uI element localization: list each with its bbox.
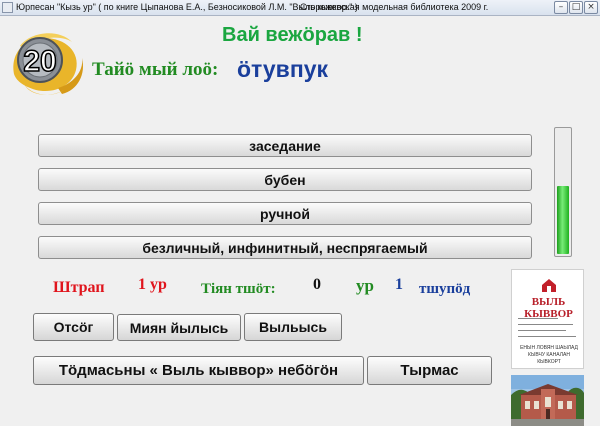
question-label: Тайӧ мый лоӧ: bbox=[92, 59, 219, 80]
penalty-label: Штрап bbox=[53, 279, 105, 296]
about-us-button[interactable]: Миян йылысь bbox=[117, 314, 241, 341]
restart-button[interactable]: Выльысь bbox=[244, 313, 342, 341]
answer-option-3[interactable]: ручной bbox=[38, 202, 532, 225]
score-value: 0 bbox=[313, 276, 321, 293]
progress-bar bbox=[554, 127, 572, 257]
penalty-value: 1 ур bbox=[138, 276, 167, 293]
maximize-button[interactable]: □ bbox=[569, 1, 583, 14]
score-label: Тіян тшӧт: bbox=[201, 281, 276, 297]
minimize-button[interactable]: – bbox=[554, 1, 568, 14]
progress-fill bbox=[557, 186, 569, 254]
level-unit: тшупӧд bbox=[419, 281, 471, 297]
cancel-button[interactable]: Отсӧг bbox=[33, 313, 114, 341]
book-divider bbox=[518, 324, 573, 325]
library-photo bbox=[511, 375, 584, 426]
level-badge: 20 bbox=[6, 24, 92, 100]
greeting-text: Вай вежӧрав ! bbox=[222, 24, 363, 46]
app-icon bbox=[2, 2, 13, 13]
answer-option-4[interactable]: безличный, инфинитный, неспрягаемый bbox=[38, 236, 532, 259]
dictionary-button[interactable]: Тӧдмасьны « Выль кыввор» небӧгӧн bbox=[33, 356, 364, 385]
badge-number: 20 bbox=[23, 45, 56, 78]
level-value: 1 bbox=[395, 276, 403, 293]
book-emblem-icon bbox=[542, 279, 556, 292]
book-title: ВЫЛЬ КЫВВОР bbox=[524, 296, 573, 320]
answer-option-1[interactable]: заседание bbox=[38, 134, 532, 157]
title-bar: Юрпесан "Кызь ур" ( по книге Цыпанова Е.… bbox=[0, 0, 600, 16]
answer-option-2[interactable]: бубен bbox=[38, 168, 532, 191]
book-authors: ЕНЫН ЛОВЯН ШАЫЛАД КЫВЧУ КАНАЛАН КЫВКОРТ bbox=[520, 345, 578, 365]
level-label: ур bbox=[356, 276, 374, 295]
question-word: ӧтувпук bbox=[237, 56, 329, 82]
book-cover[interactable]: ВЫЛЬ КЫВВОР ЕНЫН ЛОВЯН ШАЫЛАД КЫВЧУ КАНА… bbox=[511, 269, 584, 369]
book-divider bbox=[518, 336, 576, 337]
library-credit: Сторожевская модельная библиотека 2009 г… bbox=[300, 2, 489, 12]
book-divider bbox=[518, 318, 558, 319]
close-button[interactable]: × bbox=[584, 1, 598, 14]
book-divider bbox=[518, 330, 566, 331]
next-button[interactable]: Тырмас bbox=[367, 356, 492, 385]
